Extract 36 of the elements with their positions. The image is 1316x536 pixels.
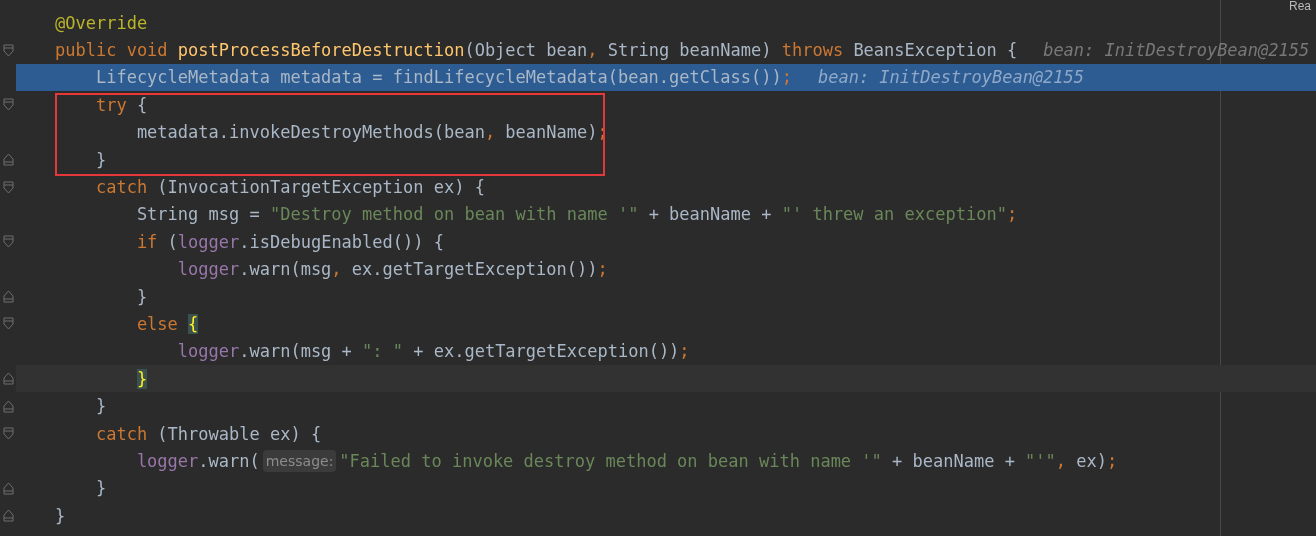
fold-icon[interactable]	[3, 235, 14, 249]
code-text: }	[94, 395, 107, 418]
code-editor[interactable]	[0, 0, 1316, 536]
code-text: logger.warn(msg + ": " + ex.getTargetException());	[176, 340, 690, 363]
code-text: }	[94, 477, 107, 500]
code-text: if (logger.isDebugEnabled()) {	[135, 230, 444, 253]
code-text: }	[94, 148, 107, 171]
fold-icon[interactable]	[3, 372, 14, 386]
debug-value-hint: bean: InitDestroyBean@2155	[1043, 40, 1310, 61]
code-text: LifecycleMetadata metadata = findLifecycleMetadata(bean.getClass());	[94, 66, 792, 89]
code-text: catch (InvocationTargetException ex) {	[94, 176, 485, 199]
fold-icon[interactable]	[3, 509, 14, 523]
code-text: "Failed to invoke destroy method on bean with name '" + beanName + "'", ex);	[339, 449, 1118, 472]
fold-icon[interactable]	[3, 481, 14, 495]
fold-icon[interactable]	[3, 43, 14, 57]
code-text: logger.warn(	[135, 449, 260, 472]
parameter-hint: message:	[262, 449, 337, 472]
code-text: }	[135, 285, 148, 308]
fold-icon[interactable]	[3, 427, 14, 441]
code-text: catch (Throwable ex) {	[94, 422, 322, 445]
fold-icon[interactable]	[3, 98, 14, 112]
code-text: public void postProcessBeforeDestruction(Object bean, String beanName) throws BeansException {	[55, 39, 1018, 62]
debug-value-hint: bean: InitDestroyBean@2155	[817, 67, 1085, 88]
code-text: }	[55, 504, 66, 527]
code-text: }	[135, 367, 148, 390]
code-text: @Override	[55, 11, 148, 34]
fold-icon[interactable]	[3, 180, 14, 194]
fold-icon[interactable]	[3, 399, 14, 413]
code-text: try {	[94, 93, 148, 116]
fold-icon[interactable]	[3, 290, 14, 304]
code-text: logger.warn(msg, ex.getTargetException());	[176, 258, 608, 281]
corner-label: Rea	[1289, 0, 1311, 12]
code-text: String msg = "Destroy method on bean with name '" + beanName + "' threw an exception";	[135, 203, 1018, 226]
code-text: else {	[135, 313, 199, 335]
fold-icon[interactable]	[3, 153, 14, 167]
fold-icon[interactable]	[3, 317, 14, 331]
